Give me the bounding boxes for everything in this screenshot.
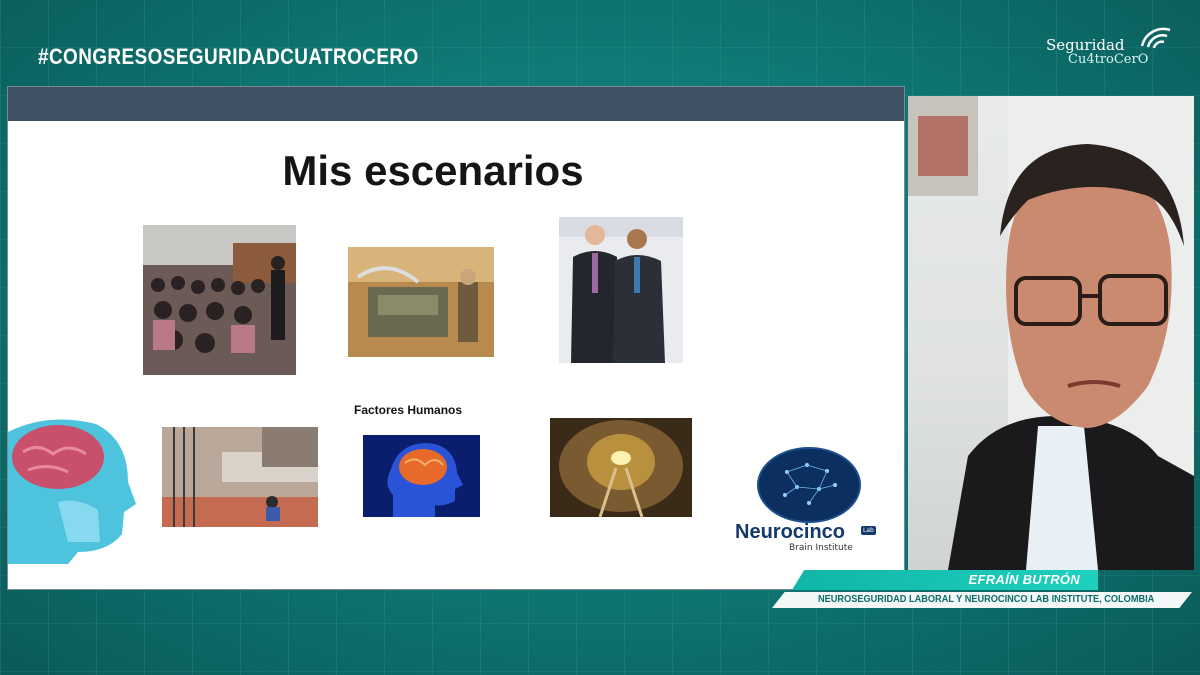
slide-title: Mis escenarios bbox=[282, 147, 584, 194]
speaker-affiliation-bar: NEUROSEGURIDAD LABORAL Y NEUROCINCO LAB … bbox=[772, 592, 1192, 608]
audience-photo bbox=[143, 225, 296, 375]
mine-tunnel-photo bbox=[550, 418, 692, 517]
construction-site-photo bbox=[162, 427, 318, 527]
event-hashtag: #CONGRESOSEGURIDADCUATROCERO bbox=[38, 44, 419, 69]
speaker-name: EFRAÍN BUTRÓN bbox=[968, 572, 1080, 587]
speaker-name-bar: EFRAÍN BUTRÓN bbox=[792, 570, 1098, 590]
speaker-webcam-video bbox=[908, 96, 1194, 570]
event-brand-logo: Seguridad Cu4troCerO bbox=[1046, 20, 1176, 70]
logo-subtitle: Brain Institute bbox=[789, 543, 853, 553]
logo-name: Neurocinco bbox=[735, 521, 846, 543]
presentation-slide: Mis escenarios Factores Humanos Neurocin… bbox=[7, 86, 905, 590]
speaker-affiliation: NEUROSEGURIDAD LABORAL Y NEUROCINCO LAB … bbox=[818, 594, 1155, 605]
brain-xray-illustration bbox=[8, 412, 136, 564]
slide-header-bar bbox=[8, 87, 904, 121]
neurocinco-logo: Neurocinco Lab Brain Institute bbox=[735, 447, 885, 553]
two-speakers-photo bbox=[559, 217, 683, 363]
slide-subheading: Factores Humanos bbox=[354, 403, 463, 417]
workshop-machine-photo bbox=[348, 247, 494, 357]
logo-badge: Lab bbox=[861, 526, 876, 535]
wifi-signal-icon bbox=[1140, 27, 1171, 49]
human-factors-brain-image bbox=[363, 435, 480, 517]
neural-network-globe-icon bbox=[757, 447, 861, 523]
brand-line-2: Cu4troCerO bbox=[1068, 52, 1149, 67]
